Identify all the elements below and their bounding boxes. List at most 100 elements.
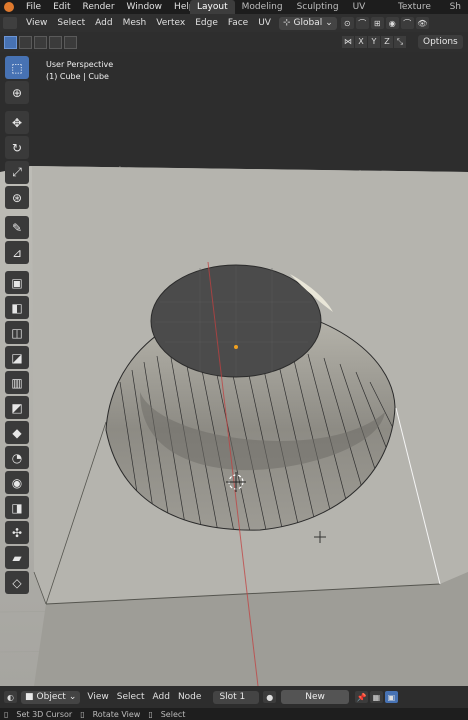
menu-add[interactable]: Add bbox=[149, 692, 174, 702]
extrude-region-icon[interactable]: ◧ bbox=[5, 296, 29, 319]
chevron-down-icon: ⌄ bbox=[68, 692, 77, 702]
visibility-icon[interactable]: 👁 bbox=[415, 17, 429, 29]
move-icon[interactable]: ✥ bbox=[5, 111, 29, 134]
axis-y-button[interactable]: Y bbox=[368, 36, 380, 48]
tab-sculpting[interactable]: Sculpting bbox=[290, 0, 346, 14]
mouse-right-icon: ▯ bbox=[148, 709, 153, 719]
rotate-icon[interactable]: ↻ bbox=[5, 136, 29, 159]
options-dropdown[interactable]: Options bbox=[418, 35, 463, 49]
material-icon[interactable]: ● bbox=[263, 691, 277, 703]
blender-logo-icon[interactable] bbox=[4, 2, 14, 12]
menu-view[interactable]: View bbox=[21, 14, 52, 32]
loop-cut-icon[interactable]: ▥ bbox=[5, 371, 29, 394]
3d-viewport[interactable]: User Perspective (1) Cube | Cube bbox=[0, 52, 468, 686]
annotate-icon[interactable]: ✎ bbox=[5, 216, 29, 239]
measure-icon[interactable]: ⊿ bbox=[5, 241, 29, 264]
options-label: Options bbox=[423, 37, 458, 47]
snap-target-icon[interactable]: ⊞ bbox=[370, 17, 384, 29]
transform-icon[interactable]: ⊛ bbox=[5, 186, 29, 209]
orientation-value: Global bbox=[293, 18, 323, 28]
select-box-icon[interactable]: ⬚ bbox=[5, 56, 29, 79]
slot-dropdown[interactable]: Slot 1 bbox=[213, 690, 260, 704]
overlay-icon[interactable]: ▣ bbox=[384, 691, 398, 703]
menu-render[interactable]: Render bbox=[77, 0, 121, 14]
shear-icon[interactable]: ▰ bbox=[5, 546, 29, 569]
editor-type-icon[interactable]: ◐ bbox=[4, 691, 17, 703]
menu-edit[interactable]: Edit bbox=[47, 0, 76, 14]
viewport-header: View Select Add Mesh Vertex Edge Face UV… bbox=[0, 14, 468, 32]
status-bar: ▯ Set 3D Cursor ▯ Rotate View ▯ Select bbox=[0, 708, 468, 720]
viewport-info: User Perspective (1) Cube | Cube bbox=[46, 59, 113, 83]
snap-icon[interactable]: ⌒ bbox=[355, 17, 369, 29]
pivot-icon[interactable]: ⊙ bbox=[340, 17, 354, 29]
rip-region-icon[interactable]: ◇ bbox=[5, 571, 29, 594]
bevel-icon[interactable]: ◪ bbox=[5, 346, 29, 369]
tool-settings-header: ⋈ X Y Z ⤡ Options bbox=[0, 32, 468, 52]
menu-vertex[interactable]: Vertex bbox=[151, 14, 190, 32]
tab-uv-editing[interactable]: UV Editing bbox=[346, 0, 391, 26]
menu-file[interactable]: File bbox=[20, 0, 47, 14]
orientation-dropdown[interactable]: ⊹ Global ⌄ bbox=[278, 16, 337, 30]
auto-merge-icon[interactable]: ⤡ bbox=[394, 36, 406, 48]
menu-uv[interactable]: UV bbox=[253, 14, 276, 32]
viewport-scene[interactable] bbox=[0, 52, 468, 686]
shrink-fatten-icon[interactable]: ✣ bbox=[5, 521, 29, 544]
inset-faces-icon[interactable]: ◫ bbox=[5, 321, 29, 344]
menu-view[interactable]: View bbox=[83, 692, 112, 702]
edge-slide-icon[interactable]: ◨ bbox=[5, 496, 29, 519]
top-menu-bar: File Edit Render Window Help Layout Mode… bbox=[0, 0, 468, 26]
axis-x-button[interactable]: X bbox=[355, 36, 367, 48]
menu-add[interactable]: Add bbox=[90, 14, 117, 32]
axis-z-button[interactable]: Z bbox=[381, 36, 393, 48]
new-material-button[interactable]: New bbox=[281, 690, 349, 704]
select-subtract-icon[interactable] bbox=[34, 36, 47, 49]
editor-type-icon[interactable] bbox=[3, 17, 17, 29]
new-label: New bbox=[305, 692, 325, 702]
orientation-icon: ⊹ bbox=[282, 18, 291, 28]
proportional-editing-icon[interactable]: ◉ bbox=[385, 17, 399, 29]
cursor-icon[interactable]: ⊕ bbox=[5, 81, 29, 104]
tab-modeling[interactable]: Modeling bbox=[235, 0, 290, 14]
tab-texture-paint[interactable]: Texture Paint bbox=[391, 0, 443, 26]
menu-select[interactable]: Select bbox=[52, 14, 90, 32]
workspace-tabs: Layout Modeling Sculpting UV Editing Tex… bbox=[190, 0, 468, 26]
mode-dropdown[interactable]: ■ Object ⌄ bbox=[21, 690, 81, 704]
tab-layout[interactable]: Layout bbox=[190, 0, 235, 14]
mouse-left-icon: ▯ bbox=[4, 709, 9, 719]
mirror-axis-group: ⋈ X Y Z ⤡ bbox=[342, 36, 407, 48]
smooth-icon[interactable]: ◉ bbox=[5, 471, 29, 494]
tab-shading[interactable]: Sh bbox=[443, 0, 468, 14]
menu-edge[interactable]: Edge bbox=[190, 14, 223, 32]
select-intersect-icon[interactable] bbox=[64, 36, 77, 49]
mode-icon: ■ bbox=[25, 692, 34, 702]
hint-rotate-view: Rotate View bbox=[92, 709, 141, 719]
pin-icon[interactable]: 📌 bbox=[354, 691, 368, 703]
menu-node[interactable]: Node bbox=[174, 692, 206, 702]
left-toolbar: ⬚ ⊕ ✥ ↻ ⤢ ⊛ ✎ ⊿ ▣ ◧ ◫ ◪ ▥ ◩ ◆ ◔ ◉ ◨ ✣ ▰ … bbox=[5, 56, 32, 596]
hint-set-3d-cursor: Set 3D Cursor bbox=[16, 709, 73, 719]
snap-icon[interactable]: ▦ bbox=[369, 691, 383, 703]
add-cube-icon[interactable]: ▣ bbox=[5, 271, 29, 294]
select-new-icon[interactable] bbox=[4, 36, 17, 49]
spin-icon[interactable]: ◔ bbox=[5, 446, 29, 469]
poly-build-icon[interactable]: ◆ bbox=[5, 421, 29, 444]
scale-icon[interactable]: ⤢ bbox=[5, 161, 29, 184]
chevron-down-icon: ⌄ bbox=[325, 18, 333, 28]
menu-face[interactable]: Face bbox=[223, 14, 253, 32]
mouse-middle-icon: ▯ bbox=[80, 709, 85, 719]
mode-value: Object bbox=[36, 692, 66, 702]
select-extend-icon[interactable] bbox=[19, 36, 32, 49]
editor-footer-header: ◐ ■ Object ⌄ View Select Add Node Slot 1… bbox=[0, 686, 468, 708]
select-mode-group bbox=[4, 36, 79, 49]
object-origin bbox=[234, 345, 238, 349]
mirror-icon[interactable]: ⋈ bbox=[342, 36, 354, 48]
menu-select[interactable]: Select bbox=[113, 692, 149, 702]
menu-mesh[interactable]: Mesh bbox=[118, 14, 152, 32]
perspective-label: User Perspective bbox=[46, 60, 114, 69]
object-label: (1) Cube | Cube bbox=[46, 72, 109, 81]
select-invert-icon[interactable] bbox=[49, 36, 62, 49]
hint-select: Select bbox=[160, 709, 186, 719]
knife-icon[interactable]: ◩ bbox=[5, 396, 29, 419]
falloff-icon[interactable]: ⌒ bbox=[400, 17, 414, 29]
menu-window[interactable]: Window bbox=[121, 0, 169, 14]
